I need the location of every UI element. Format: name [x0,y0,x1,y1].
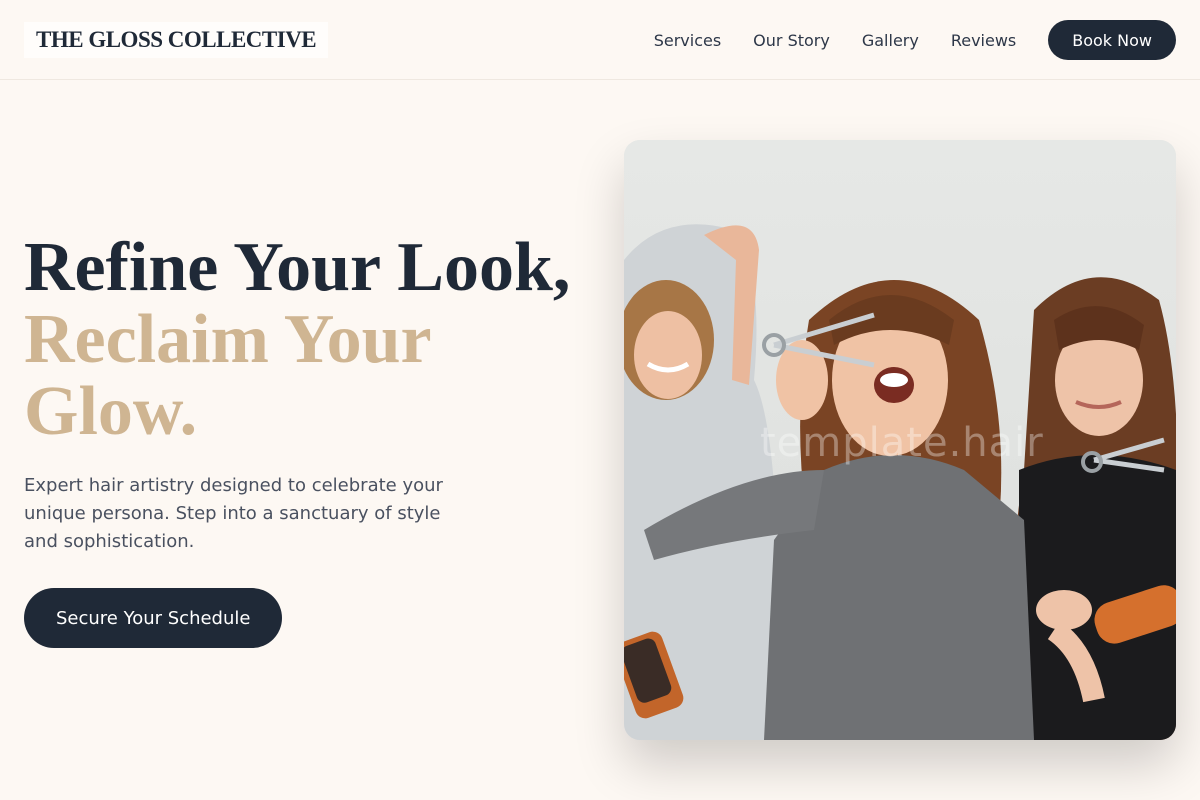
hero-headline: Refine Your Look, Reclaim Your Glow. [24,232,570,448]
main-nav: Services Our Story Gallery Reviews Book … [654,20,1176,60]
headline-line-2: Reclaim Your [24,301,432,378]
hero-subtext: Expert hair artistry designed to celebra… [24,475,443,552]
secure-schedule-button[interactable]: Secure Your Schedule [24,588,283,648]
site-header: THE GLOSS COLLECTIVE Services Our Story … [0,0,1200,80]
hero-image: template.hair [624,140,1176,740]
brand-logo[interactable]: THE GLOSS COLLECTIVE [24,22,329,58]
image-watermark: template.hair [760,420,1044,466]
book-now-button[interactable]: Book Now [1048,20,1176,60]
nav-link-our-story[interactable]: Our Story [753,31,830,50]
nav-link-gallery[interactable]: Gallery [862,31,919,50]
headline-line-3: Glow. [24,373,198,450]
nav-link-reviews[interactable]: Reviews [951,31,1016,50]
headline-line-1: Refine Your Look, [24,229,571,306]
nav-link-services[interactable]: Services [654,31,721,50]
